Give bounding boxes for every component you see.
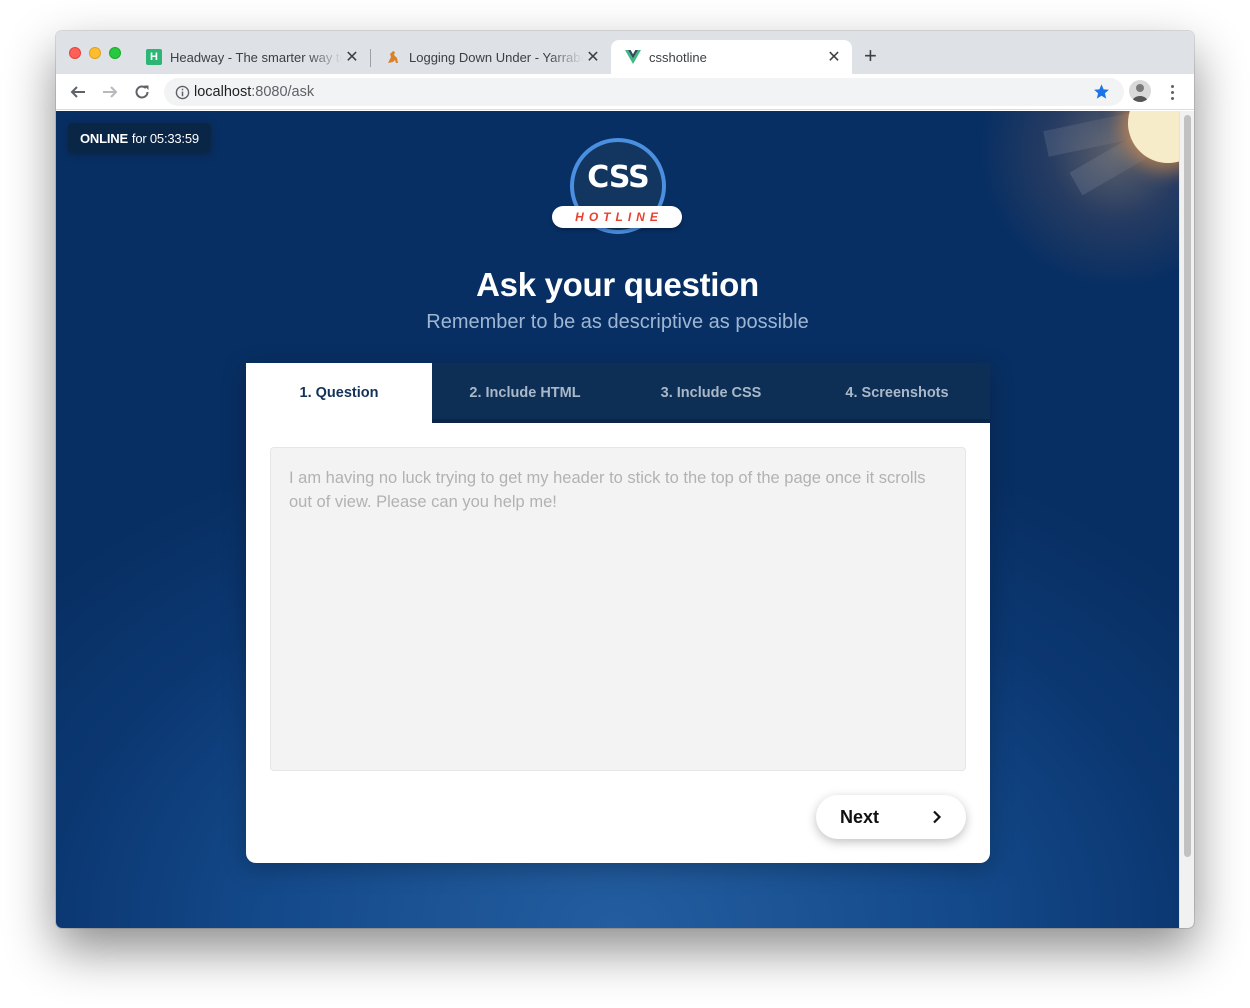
kangaroo-icon bbox=[385, 49, 401, 65]
question-textarea[interactable] bbox=[270, 447, 966, 771]
browser-tab-logging[interactable]: Logging Down Under - Yarraberg ✕ bbox=[371, 40, 611, 74]
tab-include-html[interactable]: 2. Include HTML bbox=[432, 363, 618, 423]
profile-avatar[interactable] bbox=[1129, 80, 1151, 102]
tab-title: Headway - The smarter way to bbox=[170, 49, 342, 65]
new-tab-button[interactable]: + bbox=[864, 45, 877, 67]
info-icon[interactable] bbox=[174, 84, 190, 100]
close-tab-icon[interactable]: ✕ bbox=[824, 47, 844, 67]
question-card: 1. Question 2. Include HTML 3. Include C… bbox=[246, 363, 990, 863]
page-title: Ask your question bbox=[476, 266, 759, 303]
page-subtitle: Remember to be as descriptive as possibl… bbox=[426, 311, 809, 333]
tab-question[interactable]: 1. Question bbox=[246, 363, 432, 423]
tabs-underline bbox=[432, 419, 990, 423]
browser-toolbar: localhost:8080/ask bbox=[56, 74, 1194, 110]
back-icon[interactable] bbox=[66, 80, 90, 104]
next-button-label: Next bbox=[840, 806, 880, 827]
minimize-window-button[interactable] bbox=[89, 47, 101, 59]
step-tabs: 1. Question 2. Include HTML 3. Include C… bbox=[246, 363, 990, 423]
tab-screenshots[interactable]: 4. Screenshots bbox=[804, 363, 990, 423]
url-text: localhost:8080/ask bbox=[194, 84, 314, 100]
browser-tab-headway[interactable]: H Headway - The smarter way to ✕ bbox=[132, 40, 370, 74]
page-viewport: ONLINE for 05:33:59 CSS HOTLINE Ask your… bbox=[56, 111, 1194, 928]
vue-icon bbox=[625, 49, 641, 65]
status-duration: for 05:33:59 bbox=[131, 130, 199, 146]
url-host: localhost bbox=[194, 84, 252, 100]
online-status-badge: ONLINE for 05:33:59 bbox=[68, 123, 211, 153]
bookmark-star-icon[interactable] bbox=[1090, 80, 1112, 102]
close-window-button[interactable] bbox=[69, 47, 81, 59]
scrollbar-thumb[interactable] bbox=[1184, 115, 1191, 857]
close-tab-icon[interactable]: ✕ bbox=[583, 47, 603, 67]
logo-sub-text: HOTLINE bbox=[552, 206, 682, 228]
more-options-icon[interactable] bbox=[1163, 81, 1181, 103]
browser-tab-csshotline[interactable]: csshotline ✕ bbox=[611, 40, 852, 74]
tab-strip: H Headway - The smarter way to ✕ Logging… bbox=[56, 31, 1194, 74]
browser-window: H Headway - The smarter way to ✕ Logging… bbox=[56, 31, 1194, 928]
tab-title: csshotline bbox=[649, 49, 707, 65]
chevron-right-icon bbox=[932, 810, 944, 824]
csshotline-logo[interactable]: CSS HOTLINE bbox=[552, 138, 684, 234]
reload-icon[interactable] bbox=[130, 80, 154, 104]
url-path: :8080/ask bbox=[251, 84, 315, 100]
logo-main-text: CSS bbox=[587, 160, 649, 195]
vertical-scrollbar[interactable] bbox=[1179, 111, 1194, 928]
close-tab-icon[interactable]: ✕ bbox=[342, 47, 362, 67]
zoom-window-button[interactable] bbox=[109, 47, 121, 59]
status-state: ONLINE bbox=[80, 130, 128, 146]
address-bar[interactable]: localhost:8080/ask bbox=[164, 78, 1124, 106]
headway-icon: H bbox=[146, 49, 162, 65]
tab-title: Logging Down Under - Yarraberg bbox=[409, 49, 583, 65]
tab-include-css[interactable]: 3. Include CSS bbox=[618, 363, 804, 423]
next-button[interactable]: Next bbox=[816, 795, 966, 839]
forward-icon[interactable] bbox=[98, 80, 122, 104]
